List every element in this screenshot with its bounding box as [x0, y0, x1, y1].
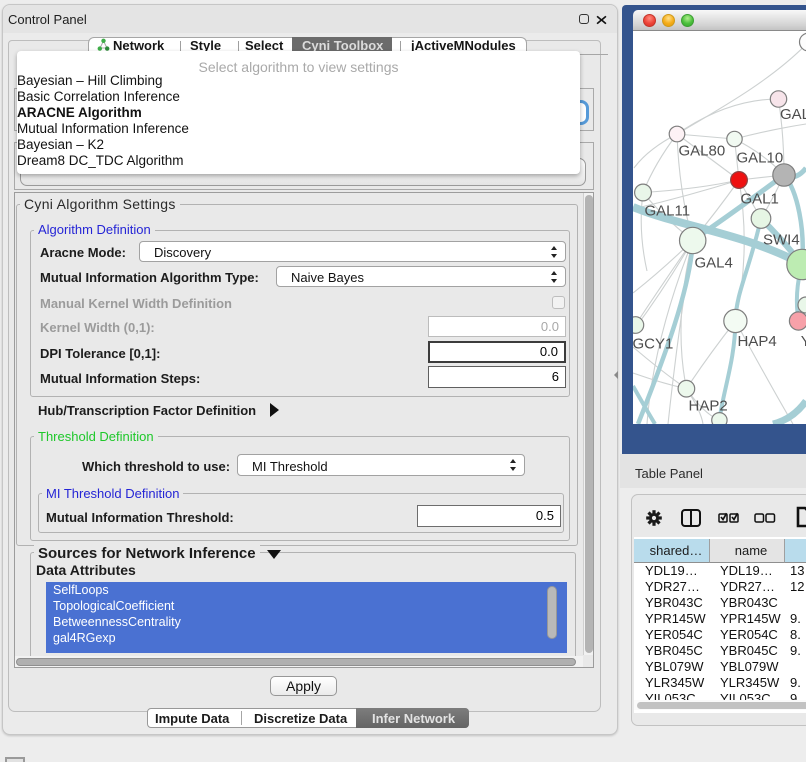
svg-text:GAL1: GAL1 — [741, 191, 779, 208]
svg-text:GAL80: GAL80 — [679, 143, 726, 160]
svg-text:GCY1: GCY1 — [633, 336, 673, 353]
svg-text:HAP4: HAP4 — [738, 333, 777, 350]
svg-text:GAL7: GAL7 — [780, 106, 806, 123]
svg-text:HAP2: HAP2 — [689, 398, 728, 415]
svg-text:GAL11: GAL11 — [645, 203, 691, 220]
svg-text:SWI4: SWI4 — [763, 232, 800, 249]
svg-text:GAL10: GAL10 — [737, 150, 784, 167]
svg-text:GAL4: GAL4 — [695, 255, 733, 272]
svg-text:Y: Y — [801, 333, 806, 350]
